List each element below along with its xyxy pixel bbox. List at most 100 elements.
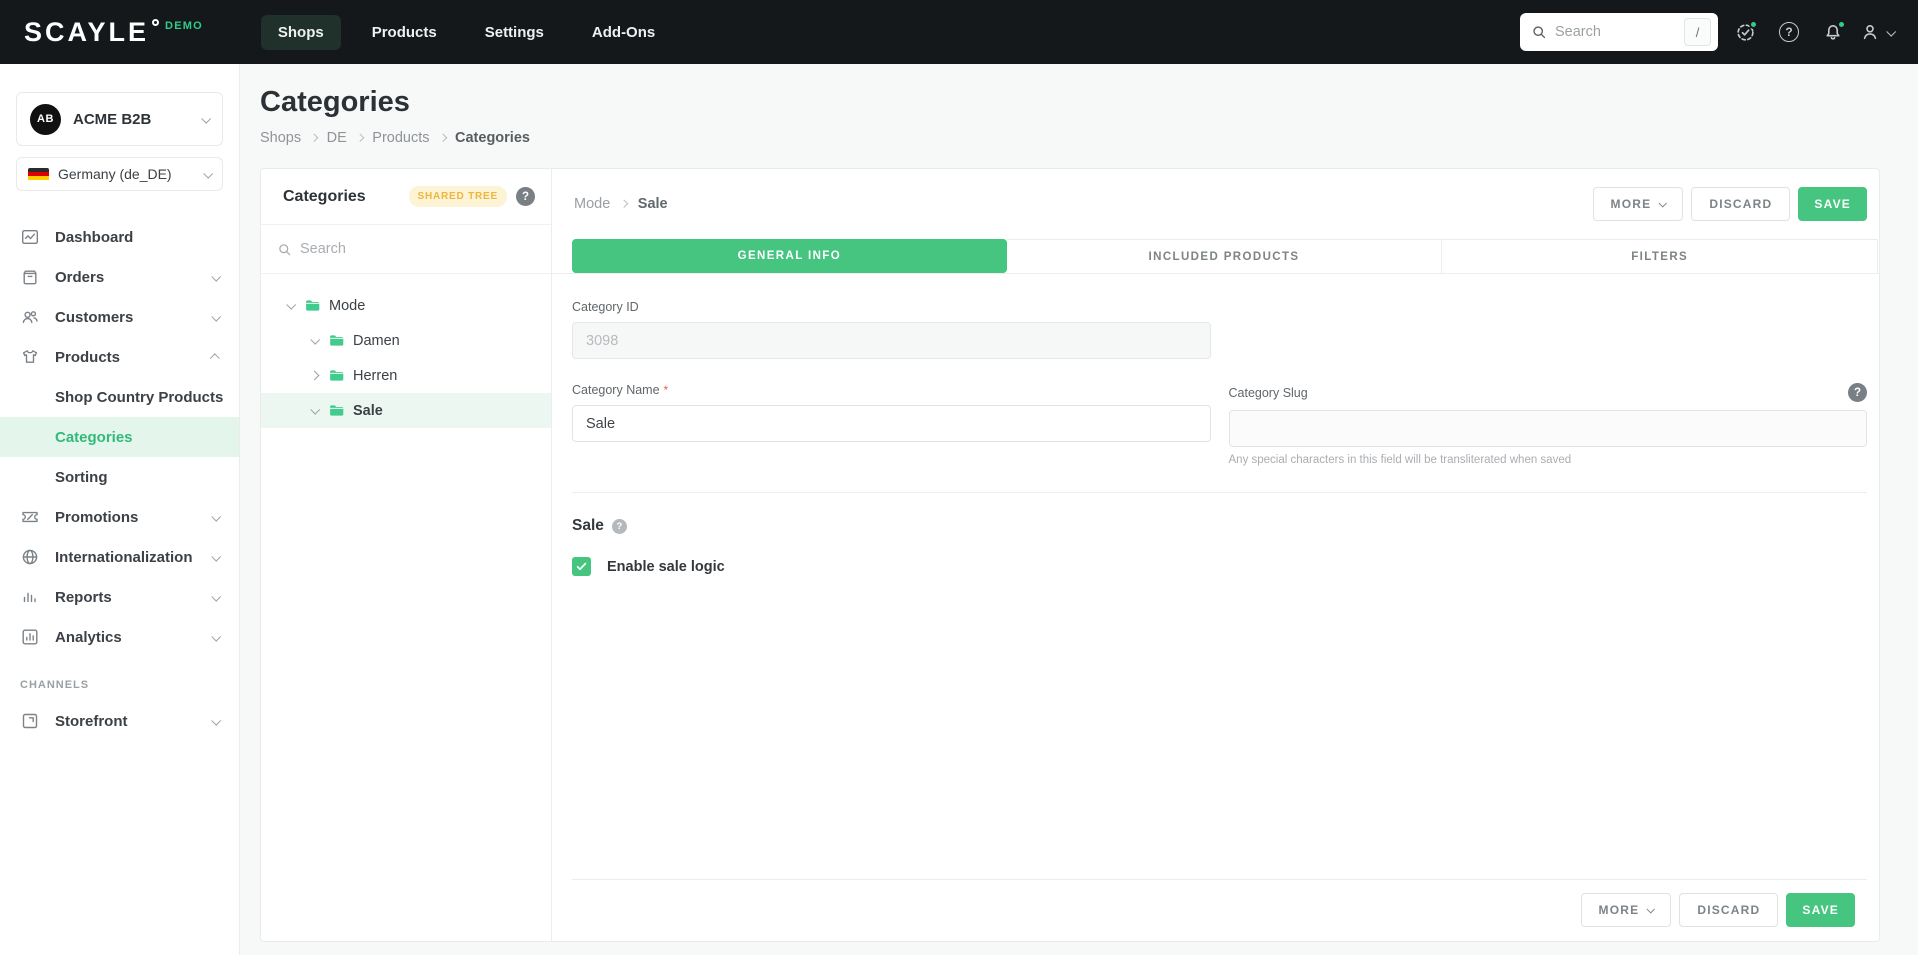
tree-panel-title: Categories — [283, 187, 366, 205]
category-slug-input[interactable] — [1228, 410, 1867, 447]
category-slug-help-icon[interactable]: ? — [1848, 383, 1867, 402]
enable-sale-logic-row[interactable]: Enable sale logic — [572, 557, 1867, 576]
categories-card: Categories SHARED TREE ? Mode — [260, 168, 1880, 942]
sidebar-item-reports[interactable]: Reports — [0, 577, 239, 617]
chevron-right-icon — [620, 200, 628, 208]
analytics-icon — [20, 627, 40, 647]
topbar: SCAYLE DEMO Shops Products Settings Add-… — [0, 0, 1918, 64]
chevron-down-icon — [1886, 26, 1897, 37]
shared-tree-badge: SHARED TREE — [408, 186, 507, 207]
tree-node-damen[interactable]: Damen — [261, 323, 551, 358]
shared-tree-help-icon[interactable]: ? — [516, 187, 535, 206]
sidebar-item-orders[interactable]: Orders — [0, 257, 239, 297]
category-tree-panel: Categories SHARED TREE ? Mode — [261, 169, 552, 941]
global-search-input[interactable] — [1555, 24, 1684, 40]
category-id-input — [572, 322, 1211, 359]
tree-node-sale[interactable]: Sale — [261, 393, 551, 428]
breadcrumb-products[interactable]: Products — [372, 130, 429, 146]
save-button[interactable]: SAVE — [1798, 187, 1867, 221]
chevron-down-icon — [211, 631, 222, 642]
breadcrumb: Shops DE Products Categories — [260, 128, 1880, 148]
chevron-right-icon[interactable] — [309, 370, 320, 381]
user-icon — [1863, 25, 1877, 40]
folder-icon — [330, 405, 344, 416]
chevron-right-icon — [438, 134, 447, 142]
detail-tabs: GENERAL INFO INCLUDED PRODUCTS FILTERS — [572, 239, 1879, 273]
sidebar-item-customers[interactable]: Customers — [0, 297, 239, 337]
sidebar-item-storefront[interactable]: Storefront — [0, 701, 239, 741]
footer-discard-button[interactable]: DISCARD — [1679, 893, 1779, 927]
footer-actions: MORE DISCARD SAVE — [572, 879, 1867, 941]
discard-button[interactable]: DISCARD — [1691, 187, 1791, 221]
tab-general-info[interactable]: GENERAL INFO — [572, 239, 1007, 273]
scayle-logo: SCAYLE DEMO — [24, 17, 203, 47]
shop-avatar: AB — [30, 103, 61, 135]
account-menu[interactable] — [1860, 15, 1897, 49]
chevron-down-icon[interactable] — [310, 404, 321, 415]
category-name-field-group: Category Name * — [572, 383, 1211, 466]
search-icon — [1533, 26, 1546, 39]
page-title: Categories — [260, 86, 410, 118]
sidebar-item-products[interactable]: Products — [0, 337, 239, 377]
sidebar-item-sorting[interactable]: Sorting — [0, 457, 239, 497]
sidebar-item-internationalization[interactable]: Internationalization — [0, 537, 239, 577]
sidebar-item-promotions[interactable]: Promotions — [0, 497, 239, 537]
system-status-icon[interactable] — [1728, 15, 1762, 49]
chevron-right-icon — [309, 134, 318, 142]
dashboard-icon — [20, 227, 40, 247]
category-id-field-group: Category ID — [572, 300, 1211, 359]
chevron-down-icon[interactable] — [310, 334, 321, 345]
chevron-down-icon — [211, 271, 222, 282]
globe-icon — [20, 547, 40, 567]
notifications-bell-icon[interactable] — [1816, 15, 1850, 49]
channels-section-label: CHANNELS — [20, 679, 90, 691]
global-search[interactable]: / — [1520, 13, 1718, 51]
tree-search[interactable] — [261, 225, 551, 274]
shop-name: ACME B2B — [73, 110, 152, 128]
status-dot — [1749, 20, 1758, 29]
logo-text: SCAYLE — [24, 17, 150, 47]
breadcrumb-categories: Categories — [455, 130, 530, 146]
breadcrumb-de[interactable]: DE — [327, 130, 347, 146]
nav-shops[interactable]: Shops — [260, 14, 341, 50]
footer-save-button[interactable]: SAVE — [1786, 893, 1855, 927]
footer-more-button[interactable]: MORE — [1580, 893, 1672, 927]
breadcrumb-shops[interactable]: Shops — [260, 130, 301, 146]
tree-search-input[interactable] — [300, 241, 535, 257]
tree-node-mode[interactable]: Mode — [261, 288, 551, 323]
germany-flag-icon — [28, 167, 49, 181]
sidebar-item-shop-country-products[interactable]: Shop Country Products — [0, 377, 239, 417]
folder-icon — [306, 300, 320, 311]
sidebar-item-categories[interactable]: Categories — [0, 417, 239, 457]
tab-filters[interactable]: FILTERS — [1442, 239, 1879, 273]
sidebar-item-dashboard[interactable]: Dashboard — [0, 217, 239, 257]
nav-addons[interactable]: Add-Ons — [575, 15, 672, 50]
country-label: Germany (de_DE) — [58, 166, 172, 182]
nav-products[interactable]: Products — [355, 15, 454, 50]
country-selector[interactable]: Germany (de_DE) — [16, 157, 223, 191]
chevron-down-icon[interactable] — [286, 299, 297, 310]
demo-badge: DEMO — [165, 20, 203, 32]
enable-sale-logic-checkbox[interactable] — [572, 557, 591, 576]
tab-included-products[interactable]: INCLUDED PRODUCTS — [1006, 239, 1443, 273]
customers-icon — [20, 307, 40, 327]
category-slug-label: Category Slug — [1228, 385, 1308, 400]
chevron-down-icon — [1658, 199, 1668, 208]
more-button[interactable]: MORE — [1592, 187, 1684, 221]
sidebar-item-analytics[interactable]: Analytics — [0, 617, 239, 657]
chevron-down-icon — [1646, 905, 1656, 914]
category-slug-field-group: Category Slug ? Any special characters i… — [1228, 383, 1867, 466]
sale-help-icon[interactable]: ? — [611, 518, 627, 534]
nav-settings[interactable]: Settings — [468, 15, 561, 50]
tree-node-herren[interactable]: Herren — [261, 358, 551, 393]
storefront-icon — [20, 711, 40, 731]
sidebar: AB ACME B2B Germany (de_DE) Dashboard Or… — [0, 64, 240, 955]
detail-breadcrumb-mode[interactable]: Mode — [574, 196, 610, 212]
tree-node-label: Herren — [353, 367, 398, 384]
enable-sale-logic-label: Enable sale logic — [607, 558, 725, 575]
category-name-input[interactable] — [572, 405, 1211, 442]
chevron-right-icon — [355, 134, 364, 142]
shop-selector[interactable]: AB ACME B2B — [16, 92, 223, 146]
help-icon[interactable]: ? — [1772, 15, 1806, 49]
category-detail-panel: Mode Sale MORE DISCARD SAVE GENERAL INFO… — [552, 169, 1879, 941]
